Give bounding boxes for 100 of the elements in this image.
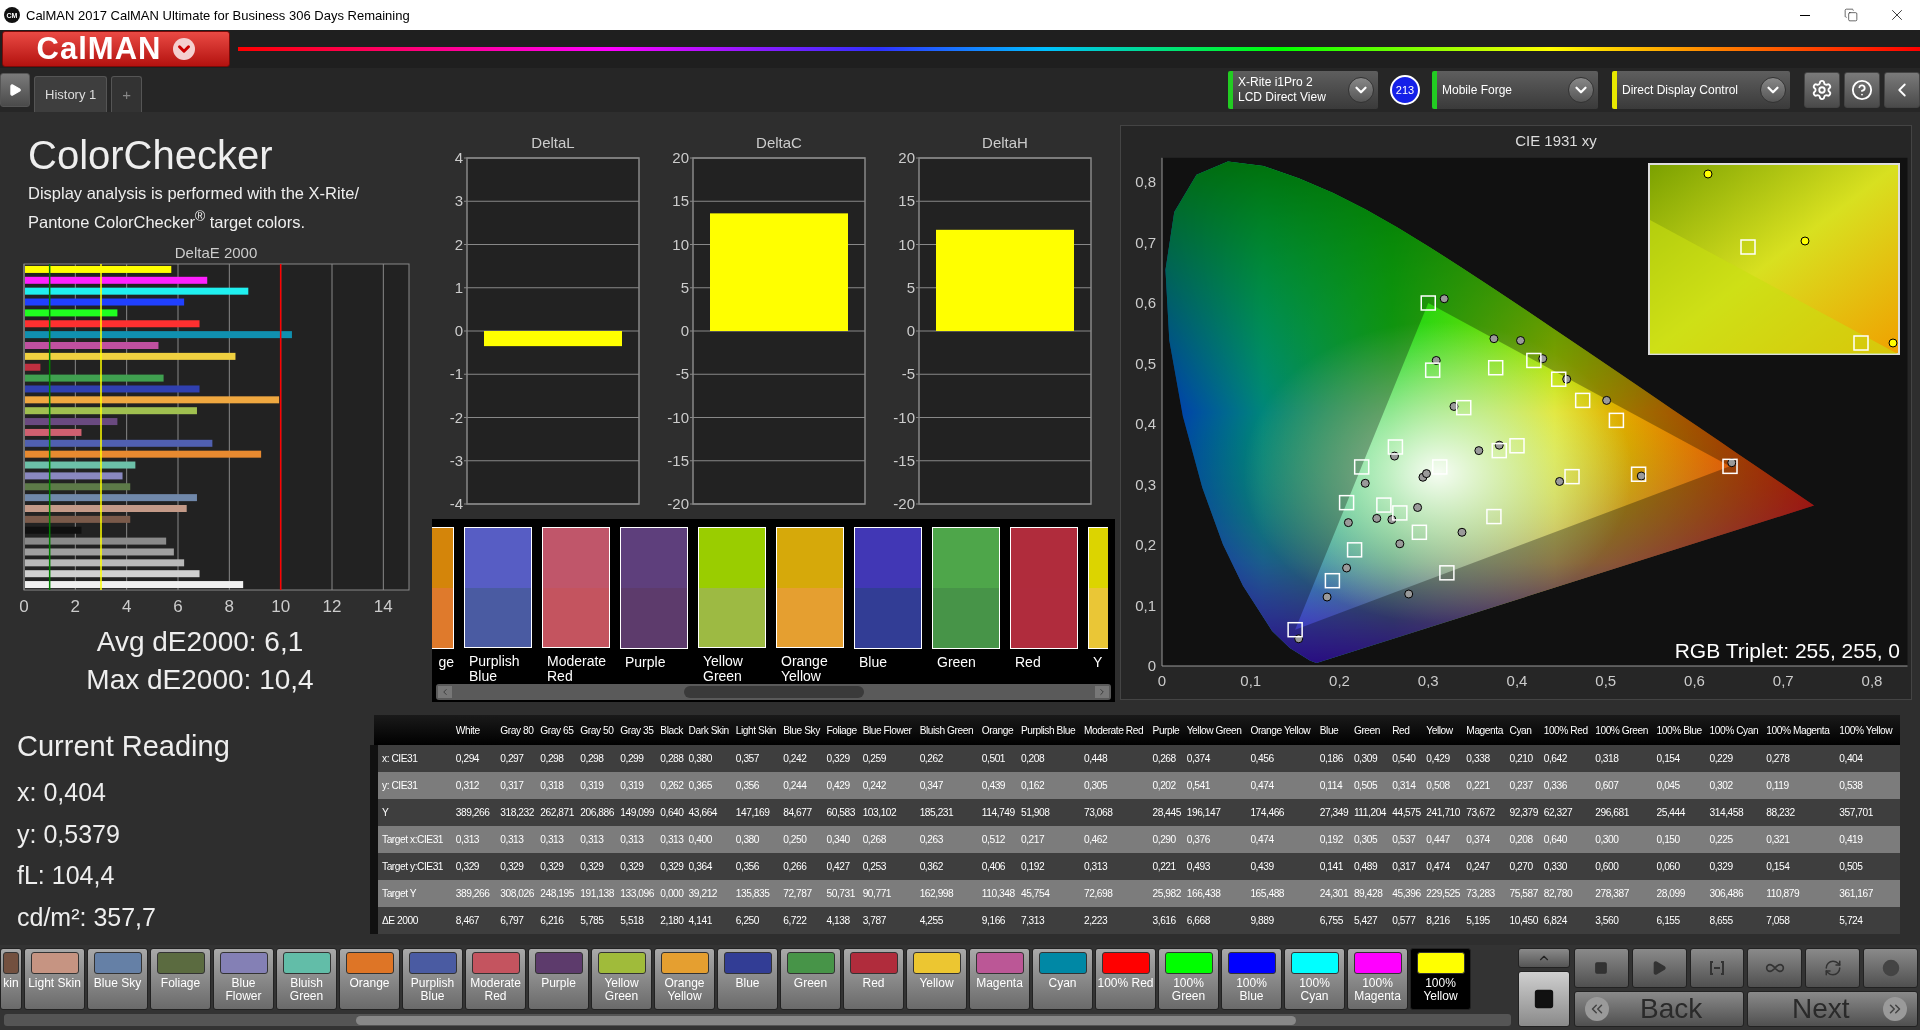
back-button[interactable]: Back bbox=[1574, 991, 1745, 1027]
color-patch-button[interactable]: Magenta bbox=[969, 948, 1030, 1010]
table-cell: 5,785 bbox=[579, 907, 620, 934]
table-cell: 0,447 bbox=[1425, 826, 1466, 853]
table-cell: 28,445 bbox=[1151, 799, 1186, 826]
color-patch-button[interactable]: 100% Cyan bbox=[1284, 948, 1345, 1010]
tick-label: 0,4 bbox=[1135, 415, 1156, 432]
swatch-label: Red bbox=[1014, 655, 1041, 670]
play-button[interactable] bbox=[0, 73, 30, 107]
record-button[interactable] bbox=[1863, 948, 1918, 988]
tick-label: 5 bbox=[906, 278, 915, 296]
table-cell: 0,312 bbox=[454, 772, 500, 799]
color-patch-button[interactable]: Moderate Red bbox=[465, 948, 526, 1010]
table-cell: 0,537 bbox=[1391, 826, 1426, 853]
color-patch-button[interactable]: Purple bbox=[528, 948, 589, 1010]
table-cell: 0,305 bbox=[1352, 826, 1392, 853]
dropdown-button[interactable] bbox=[1348, 77, 1374, 103]
table-cell: 0,501 bbox=[980, 745, 1020, 772]
table-cell: 0,208 bbox=[1508, 826, 1543, 853]
color-patch-button[interactable]: Red bbox=[843, 948, 904, 1010]
color-patch-button[interactable]: Yellow bbox=[906, 948, 967, 1010]
collapse-button[interactable] bbox=[1884, 72, 1920, 108]
color-patch-button[interactable]: Cyan bbox=[1032, 948, 1093, 1010]
swatch-label: Moderate Red bbox=[546, 654, 608, 684]
run-button[interactable] bbox=[1631, 948, 1687, 988]
table-cell: 0,541 bbox=[1185, 772, 1250, 799]
table-cell: 0,154 bbox=[1655, 745, 1709, 772]
color-patch-button[interactable]: 100% Yellow bbox=[1410, 948, 1471, 1010]
color-patch-button[interactable]: Foliage bbox=[150, 948, 211, 1010]
table-cell: 0,439 bbox=[980, 772, 1020, 799]
color-patch-button[interactable]: Blue Sky bbox=[87, 948, 148, 1010]
table-cell: 0,317 bbox=[1391, 853, 1426, 880]
table-cell: 0,154 bbox=[1765, 853, 1839, 880]
swatch-label: Blue bbox=[858, 655, 888, 670]
up-button[interactable] bbox=[1518, 948, 1570, 968]
table-cell: 262,871 bbox=[539, 799, 580, 826]
device-label: Mobile Forge bbox=[1442, 82, 1514, 98]
device-selector[interactable]: Mobile Forge bbox=[1432, 71, 1598, 109]
color-patch-button[interactable]: Purplish Blue bbox=[402, 948, 463, 1010]
table-cell: 0,309 bbox=[1352, 745, 1392, 772]
reading-value: x: 0,404 bbox=[17, 777, 107, 808]
table-cell: 8,655 bbox=[1708, 907, 1766, 934]
color-patch-button[interactable]: 100% Red bbox=[1095, 948, 1156, 1010]
table-cell: 229,525 bbox=[1425, 880, 1466, 907]
table-cell: 0,060 bbox=[1655, 853, 1709, 880]
color-patch-button[interactable]: 100% Magenta bbox=[1347, 948, 1408, 1010]
settings-button[interactable] bbox=[1804, 72, 1840, 108]
swatch-label: Orange Yellow bbox=[780, 654, 829, 684]
color-patch-button[interactable]: Bluish Green bbox=[276, 948, 337, 1010]
tab[interactable]: + bbox=[111, 76, 143, 112]
color-patch-button[interactable]: 100% Blue bbox=[1221, 948, 1282, 1010]
column-header: 100% Red bbox=[1542, 715, 1595, 745]
device-selector[interactable]: X-Rite i1Pro 2 LCD Direct View bbox=[1228, 71, 1378, 109]
help-button[interactable] bbox=[1844, 72, 1880, 108]
tick-label: 8 bbox=[224, 596, 235, 616]
table-cell: 0,266 bbox=[782, 853, 826, 880]
color-patch-button[interactable]: 100% Green bbox=[1158, 948, 1219, 1010]
table-cell: 0,288 bbox=[659, 745, 688, 772]
table-cell: 0,313 bbox=[499, 826, 540, 853]
color-patch-button[interactable]: Blue bbox=[717, 948, 778, 1010]
table-cell: 6,824 bbox=[1542, 907, 1595, 934]
color-patch-button[interactable]: Orange bbox=[339, 948, 400, 1010]
tab[interactable]: History 1 bbox=[34, 76, 108, 112]
table-cell: 165,488 bbox=[1249, 880, 1319, 907]
table-cell: 0,439 bbox=[1249, 853, 1319, 880]
table-cell: 0,208 bbox=[1020, 745, 1083, 772]
color-patch-button[interactable]: Green bbox=[780, 948, 841, 1010]
next-button[interactable]: Next bbox=[1747, 991, 1918, 1027]
chevrons-right-icon bbox=[1882, 997, 1907, 1021]
tick-label: 0,5 bbox=[1135, 354, 1156, 372]
table-cell: 241,710 bbox=[1425, 799, 1466, 826]
column-header: Green bbox=[1352, 715, 1392, 745]
dropdown-button[interactable] bbox=[1568, 77, 1594, 103]
column-header: Orange bbox=[980, 715, 1020, 745]
color-patch-button[interactable]: Orange Yellow bbox=[654, 948, 715, 1010]
tick-label: -15 bbox=[667, 451, 689, 469]
color-patch-button[interactable]: Light Skin bbox=[24, 948, 85, 1010]
table-cell: 0,217 bbox=[1020, 826, 1083, 853]
bracket-button[interactable] bbox=[1689, 948, 1745, 988]
square-button[interactable] bbox=[1518, 971, 1570, 1027]
reading-title: Current Reading bbox=[17, 729, 231, 764]
stop-button[interactable] bbox=[1574, 948, 1629, 988]
loop-button[interactable] bbox=[1747, 948, 1803, 988]
color-patch-button[interactable]: kin bbox=[0, 948, 22, 1010]
scrollbar[interactable] bbox=[4, 1014, 1511, 1026]
table-cell: 3,560 bbox=[1594, 907, 1656, 934]
scrollbar[interactable] bbox=[436, 684, 1111, 700]
table-cell: 361,167 bbox=[1838, 880, 1900, 907]
tick-label: 0,6 bbox=[1135, 294, 1156, 311]
table-cell: 0,192 bbox=[1020, 853, 1083, 880]
refresh-button[interactable] bbox=[1805, 948, 1861, 988]
dropdown-button[interactable] bbox=[1760, 77, 1786, 103]
color-patch-button[interactable]: Blue Flower bbox=[213, 948, 274, 1010]
table-cell: 4,255 bbox=[918, 907, 981, 934]
table-cell: 0,229 bbox=[1708, 745, 1766, 772]
color-patch-button[interactable]: Yellow Green bbox=[591, 948, 652, 1010]
table-cell: 0,319 bbox=[579, 772, 620, 799]
device-selector[interactable]: Direct Display Control bbox=[1612, 71, 1790, 109]
tick-label: -20 bbox=[667, 495, 689, 512]
app-menu-button[interactable]: CalMAN bbox=[2, 31, 230, 67]
